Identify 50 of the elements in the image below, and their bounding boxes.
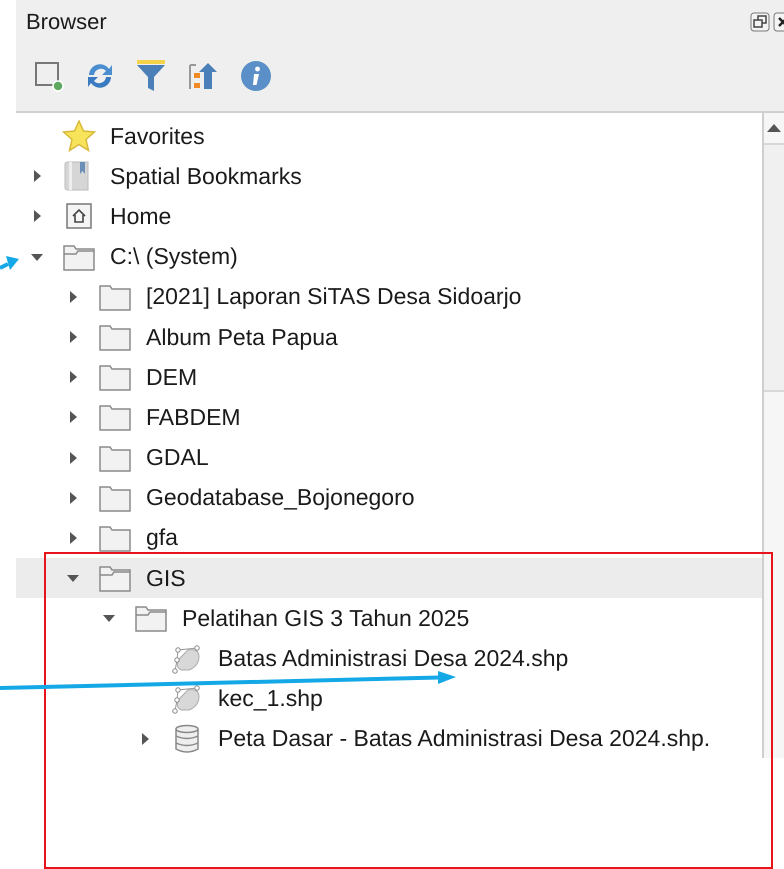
filter-icon[interactable] [136, 58, 166, 94]
tree-item[interactable]: Spatial Bookmarks [16, 156, 762, 196]
expand-arrow-icon[interactable] [68, 490, 78, 505]
expand-arrow-icon[interactable] [32, 169, 42, 184]
expand-arrow-icon[interactable] [140, 732, 150, 746]
collapse-arrow-icon[interactable] [30, 252, 44, 262]
tree-item[interactable]: Pelatihan GIS 3 Tahun 2025 [16, 598, 762, 638]
expand-arrow-icon[interactable] [68, 290, 78, 304]
tree-item[interactable]: gfa [16, 518, 762, 558]
add-layer-icon[interactable] [34, 59, 64, 93]
home-icon [66, 203, 92, 230]
tree-item[interactable]: Batas Administrasi Desa 2024.shp [16, 638, 762, 679]
database-icon [174, 724, 200, 754]
folder-icon [99, 282, 131, 311]
folder-icon [99, 484, 131, 512]
folder-icon [99, 323, 131, 352]
tree-item[interactable]: Peta Dasar - Batas Administrasi Desa 2024.shp. [16, 718, 762, 759]
tree-item[interactable]: Geodatabase_Bojonegoro [16, 478, 762, 518]
folder-icon [63, 242, 95, 271]
expand-arrow-icon[interactable] [68, 370, 78, 384]
tree-item[interactable]: GIS [16, 558, 762, 598]
panel-title: Browser [26, 9, 107, 35]
tree-item[interactable]: Album Peta Papua [16, 316, 762, 358]
expand-arrow-icon[interactable] [32, 209, 42, 224]
star-icon [62, 120, 96, 152]
tree-item[interactable]: C:\ (System) [16, 236, 762, 277]
annotation-arrow [0, 256, 19, 270]
expand-arrow-icon[interactable] [68, 530, 78, 545]
folder-icon [135, 604, 167, 632]
scroll-up-icon[interactable] [766, 123, 782, 133]
collapse-arrow-icon[interactable] [102, 613, 116, 624]
tree-item[interactable]: [2021] Laporan SiTAS Desa Sidoarjo [16, 276, 762, 317]
expand-arrow-icon[interactable] [68, 330, 78, 344]
folder-icon [99, 403, 131, 432]
tree-item[interactable]: DEM [16, 357, 762, 398]
expand-arrow-icon[interactable] [68, 410, 78, 424]
float-icon[interactable] [750, 12, 770, 32]
folder-icon [99, 363, 131, 392]
folder-icon [99, 564, 131, 592]
tree-item[interactable]: kec_1.shp [16, 678, 762, 719]
tree-item[interactable]: GDAL [16, 438, 762, 478]
info-icon[interactable] [240, 60, 272, 92]
tree-item[interactable]: FABDEM [16, 397, 762, 438]
collapse-arrow-icon[interactable] [66, 573, 80, 584]
folder-icon [99, 444, 131, 472]
tree-item[interactable]: Favorites [16, 116, 762, 156]
scrollbar[interactable] [764, 113, 784, 758]
expand-arrow-icon[interactable] [68, 450, 78, 465]
folder-icon [99, 524, 131, 552]
tree-item[interactable]: Home [16, 196, 762, 237]
